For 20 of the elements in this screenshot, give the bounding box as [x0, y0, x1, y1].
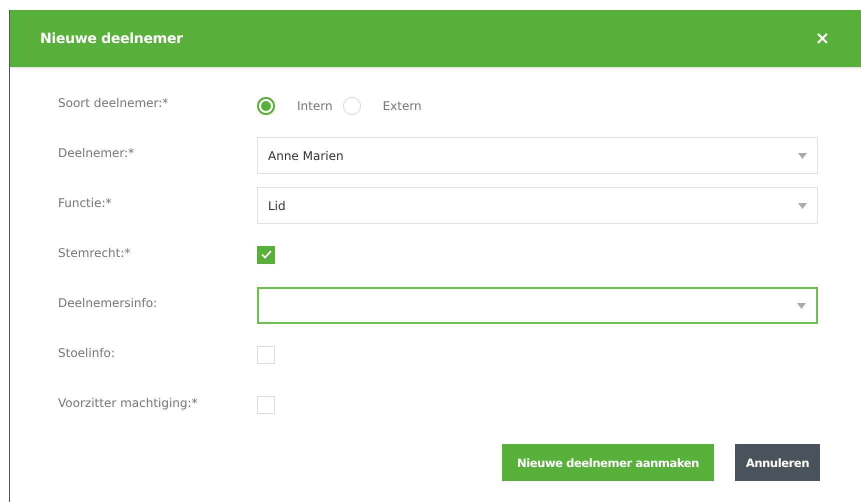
check-icon	[260, 250, 272, 259]
field-label: Stemrecht:*	[58, 246, 132, 260]
dropdown-arrow-icon	[798, 202, 807, 208]
field-label: Functie:*	[58, 196, 113, 210]
field-label: Stoelinfo:	[58, 346, 116, 360]
cancel-button[interactable]: Annuleren	[735, 444, 820, 481]
dropdown-field[interactable]	[257, 287, 818, 324]
field-label: Deelnemersinfo:	[58, 296, 158, 310]
field-label: Soort deelnemer:*	[58, 96, 170, 110]
dropdown-arrow-icon	[798, 152, 807, 158]
radio-label: Extern	[382, 98, 422, 112]
radio-button[interactable]	[257, 96, 275, 114]
field-label: Deelnemer:*	[58, 146, 136, 160]
checkbox[interactable]	[257, 246, 275, 264]
dialog-title: Nieuwe deelnemer	[40, 30, 184, 46]
dropdown-arrow-icon	[797, 302, 806, 308]
field-label: Voorzitter machtiging:*	[58, 396, 199, 410]
dropdown-field[interactable]: Lid	[257, 187, 818, 224]
radio-label: Intern	[297, 98, 333, 112]
dropdown-field[interactable]: Anne Marien	[257, 137, 818, 174]
